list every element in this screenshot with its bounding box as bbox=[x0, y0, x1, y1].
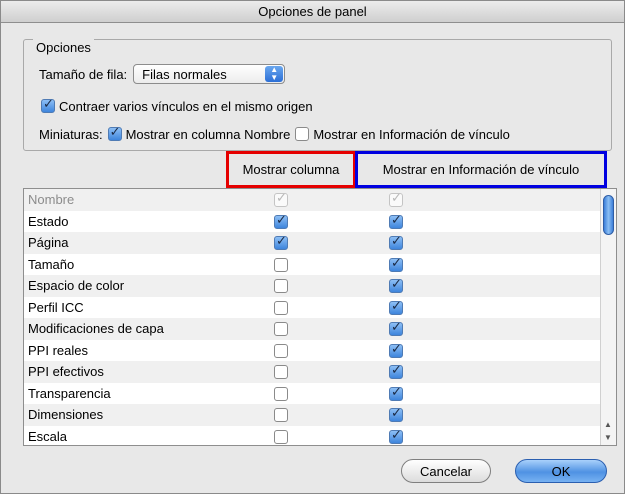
row-label: Transparencia bbox=[28, 385, 111, 401]
scroll-down-arrow-icon[interactable]: ▼ bbox=[604, 433, 612, 442]
collapse-links-label: Contraer varios vínculos en el mismo ori… bbox=[59, 98, 313, 114]
row-size-popup[interactable]: Filas normales ▲ ▼ bbox=[133, 64, 286, 84]
column-header-show-info: Mostrar en Información de vínculo bbox=[355, 151, 607, 188]
row-label: PPI reales bbox=[28, 342, 88, 358]
row-label: Dimensiones bbox=[28, 407, 104, 423]
vertical-scrollbar[interactable]: ▲ ▼ bbox=[600, 189, 616, 445]
thumb-link-info-checkbox[interactable] bbox=[295, 127, 310, 141]
row-label: Página bbox=[28, 235, 69, 251]
row-label: Estado bbox=[28, 213, 69, 229]
show-column-checkbox[interactable] bbox=[274, 365, 288, 379]
show-column-checkbox[interactable] bbox=[274, 322, 288, 336]
table-row: Modificaciones de capa bbox=[24, 318, 600, 340]
table-row: Dimensiones bbox=[24, 404, 600, 426]
show-info-checkbox[interactable] bbox=[389, 363, 403, 379]
show-info-checkbox[interactable] bbox=[389, 299, 403, 315]
thumb-name-column-label: Mostrar en columna Nombre bbox=[125, 126, 291, 142]
show-column-checkbox[interactable] bbox=[274, 300, 288, 315]
show-column-checkbox[interactable] bbox=[274, 257, 288, 272]
show-info-checkbox[interactable] bbox=[389, 385, 403, 401]
ok-button-label: OK bbox=[551, 463, 571, 479]
show-column-checkbox[interactable] bbox=[274, 234, 288, 250]
collapse-links-row[interactable]: Contraer varios vínculos en el mismo ori… bbox=[41, 97, 313, 115]
show-column-checkbox[interactable] bbox=[274, 343, 288, 358]
chevron-up-down-icon: ▲ ▼ bbox=[265, 66, 284, 82]
cancel-button[interactable]: Cancelar bbox=[401, 459, 491, 483]
show-column-checkbox bbox=[274, 191, 288, 207]
column-header-show-info-label: Mostrar en Información de vínculo bbox=[382, 162, 580, 177]
show-column-checkbox[interactable] bbox=[274, 429, 288, 444]
thumbnails-label: Miniaturas: bbox=[39, 126, 103, 142]
show-info-checkbox[interactable] bbox=[389, 320, 403, 336]
table-row: Nombre bbox=[24, 189, 600, 211]
show-column-checkbox[interactable] bbox=[274, 213, 288, 229]
row-size-label: Tamaño de fila: bbox=[39, 66, 128, 82]
table-row: Estado bbox=[24, 211, 600, 233]
options-group-legend: Opciones bbox=[33, 39, 94, 57]
show-info-checkbox[interactable] bbox=[389, 234, 403, 250]
thumbnails-row: Miniaturas: Mostrar en columna Nombre Mo… bbox=[39, 125, 510, 143]
row-label: Perfil ICC bbox=[28, 299, 84, 315]
show-column-checkbox[interactable] bbox=[274, 408, 288, 422]
table-row: Transparencia bbox=[24, 383, 600, 405]
table-row: Perfil ICC bbox=[24, 297, 600, 319]
show-info-checkbox[interactable] bbox=[389, 277, 403, 293]
table-row: Escala bbox=[24, 426, 600, 446]
row-label: Espacio de color bbox=[28, 278, 125, 294]
scroll-up-arrow-icon[interactable]: ▲ bbox=[604, 420, 612, 429]
show-info-checkbox[interactable] bbox=[389, 213, 403, 229]
show-info-checkbox bbox=[389, 191, 403, 207]
row-label: Tamaño bbox=[28, 256, 75, 272]
table-row: Tamaño bbox=[24, 254, 600, 276]
thumb-name-column-checkbox[interactable] bbox=[107, 125, 122, 141]
table-row: Espacio de color bbox=[24, 275, 600, 297]
column-header-show-column-label: Mostrar columna bbox=[242, 162, 340, 177]
show-info-checkbox[interactable] bbox=[389, 256, 403, 272]
column-header-show-column: Mostrar columna bbox=[226, 151, 356, 188]
show-info-checkbox[interactable] bbox=[389, 342, 403, 358]
panel-options-dialog: Opciones de panel Opciones Tamaño de fil… bbox=[0, 0, 625, 494]
dialog-title: Opciones de panel bbox=[1, 1, 624, 23]
thumb-link-info-label: Mostrar en Información de vínculo bbox=[313, 126, 510, 142]
collapse-links-checkbox[interactable] bbox=[41, 97, 55, 113]
ok-button[interactable]: OK bbox=[515, 459, 607, 483]
row-label: Modificaciones de capa bbox=[28, 321, 164, 337]
cancel-button-label: Cancelar bbox=[419, 463, 473, 479]
show-column-checkbox[interactable] bbox=[274, 279, 288, 293]
show-column-checkbox[interactable] bbox=[274, 386, 288, 401]
show-info-checkbox[interactable] bbox=[389, 428, 403, 444]
table-row: PPI reales bbox=[24, 340, 600, 362]
scrollbar-thumb[interactable] bbox=[603, 195, 614, 235]
row-label: PPI efectivos bbox=[28, 364, 104, 380]
row-size-row: Tamaño de fila: Filas normales ▲ ▼ bbox=[39, 63, 286, 85]
table-row: PPI efectivos bbox=[24, 361, 600, 383]
show-info-checkbox[interactable] bbox=[389, 406, 403, 422]
table-row: Página bbox=[24, 232, 600, 254]
options-table: Nombre Estado Página Tamaño Espacio de color… bbox=[23, 188, 617, 446]
row-label: Escala bbox=[28, 428, 68, 444]
row-label: Nombre bbox=[28, 192, 75, 208]
row-size-value: Filas normales bbox=[142, 66, 227, 82]
